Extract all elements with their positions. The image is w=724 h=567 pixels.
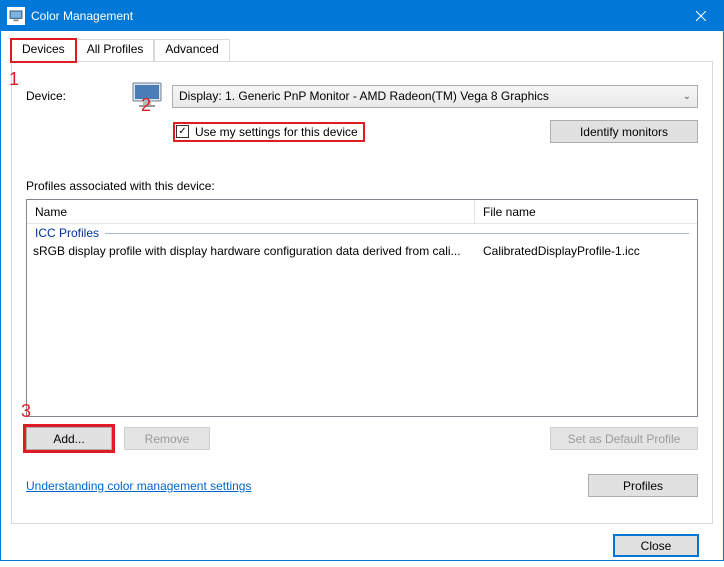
device-dropdown-value: Display: 1. Generic PnP Monitor - AMD Ra…: [179, 89, 549, 103]
profile-group-row: ICC Profiles: [27, 224, 697, 242]
profile-file: CalibratedDisplayProfile-1.icc: [475, 244, 697, 258]
column-file[interactable]: File name: [475, 200, 697, 223]
help-link[interactable]: Understanding color management settings: [26, 479, 251, 493]
titlebar: Color Management: [1, 1, 723, 31]
remove-button: Remove: [124, 427, 210, 450]
profile-list[interactable]: Name File name ICC Profiles sRGB display…: [26, 199, 698, 417]
annotation-3: 3: [21, 401, 31, 422]
add-button[interactable]: Add...: [26, 427, 112, 450]
app-icon: [7, 7, 25, 25]
profile-row[interactable]: sRGB display profile with display hardwa…: [27, 242, 697, 260]
chevron-down-icon: ⌄: [683, 91, 691, 102]
column-name[interactable]: Name: [27, 200, 475, 223]
profiles-button[interactable]: Profiles: [588, 474, 698, 497]
devices-panel: Device: Display: 1. Generic PnP Monitor …: [11, 62, 713, 524]
group-divider: [105, 233, 689, 234]
set-default-button: Set as Default Profile: [550, 427, 698, 450]
window-close-button[interactable]: [678, 1, 723, 31]
device-dropdown[interactable]: Display: 1. Generic PnP Monitor - AMD Ra…: [172, 85, 698, 108]
window-title: Color Management: [31, 9, 678, 23]
profile-name: sRGB display profile with display hardwa…: [27, 244, 475, 258]
profile-group-label: ICC Profiles: [35, 226, 99, 240]
use-my-settings-checkbox-wrap[interactable]: ✓ Use my settings for this device: [174, 123, 364, 141]
tab-all-profiles[interactable]: All Profiles: [76, 39, 155, 61]
identify-monitors-button[interactable]: Identify monitors: [550, 120, 698, 143]
profile-list-header: Name File name: [27, 200, 697, 224]
annotation-1: 1: [9, 69, 19, 90]
tab-advanced[interactable]: Advanced: [154, 39, 229, 61]
use-my-settings-checkbox[interactable]: ✓: [176, 125, 189, 138]
annotation-2: 2: [141, 95, 151, 116]
tab-devices[interactable]: Devices: [11, 39, 76, 62]
use-my-settings-label: Use my settings for this device: [195, 125, 358, 139]
profiles-section-label: Profiles associated with this device:: [26, 179, 698, 193]
close-icon: [696, 11, 706, 21]
tab-strip: Devices All Profiles Advanced: [11, 39, 713, 62]
device-label: Device:: [26, 89, 130, 103]
close-button[interactable]: Close: [613, 534, 699, 557]
